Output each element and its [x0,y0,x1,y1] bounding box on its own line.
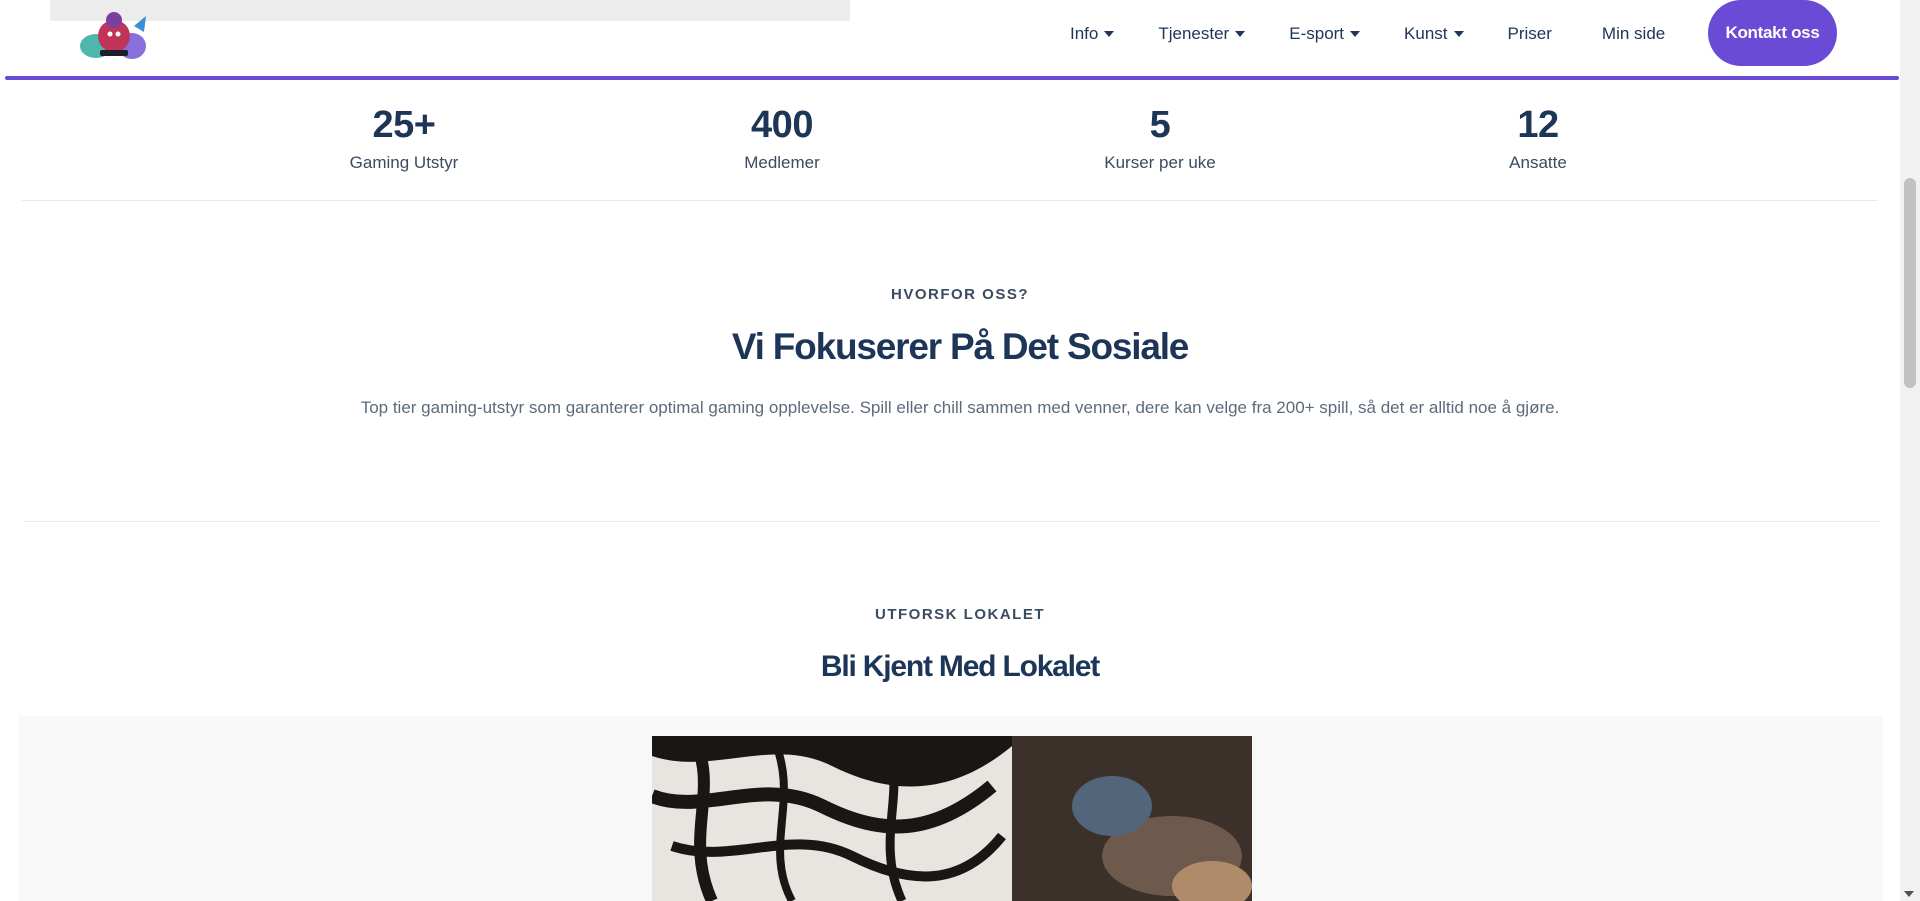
nav-item-e-sport[interactable]: E-sport [1289,24,1361,44]
section-text: Top tier gaming-utstyr som garanterer op… [360,398,1560,417]
contact-button[interactable]: Kontakt oss [1708,0,1837,66]
caret-down-icon [1235,31,1246,37]
stat-label: Gaming Utstyr [349,153,459,172]
stat-gaming-utstyr: 25+ Gaming Utstyr [284,80,524,173]
scroll-down-arrow-icon[interactable] [1904,891,1914,897]
page-scrollbar[interactable] [1900,0,1920,901]
venue-gallery [19,716,1883,901]
gaming-mascot-logo-icon [80,12,146,59]
venue-photo[interactable] [652,736,1252,901]
stats-bar: 25+ Gaming Utstyr 400 Medlemer 5 Kurser … [22,80,1878,201]
nav-item-tjenester[interactable]: Tjenester [1158,24,1246,44]
explore-section: UTFORSK LOKALET [0,606,1920,623]
caret-down-icon [1453,31,1464,37]
nav-item-info[interactable]: Info [1070,24,1115,44]
section-kicker: UTFORSK LOKALET [875,606,1045,623]
stat-value: 25+ [372,104,436,146]
caret-down-icon [1350,31,1361,37]
section-heading: Vi Fokuserer På Det Sosiale [731,326,1190,367]
stat-label: Ansatte [1509,153,1567,172]
nav-item-label: Tjenester [1158,24,1230,43]
main-nav: Info Tjenester E-sport Kunst Priser Min … [1070,0,1715,68]
stat-value: 400 [751,104,813,146]
nav-item-priser[interactable]: Priser [1508,24,1552,44]
stat-medlemer: 400 Medlemer [662,80,902,173]
nav-item-label: Priser [1507,24,1552,43]
scrollbar-thumb[interactable] [1904,178,1916,388]
header-image-strip [50,0,850,21]
why-text-wrap: Top tier gaming-utstyr som garanterer op… [0,398,1920,418]
explore-heading-wrap: Bli Kjent Med Lokalet [0,650,1920,684]
caret-down-icon [1104,31,1115,37]
venue-photo-art [652,736,1252,901]
stat-label: Medlemer [744,153,820,172]
site-header: Info Tjenester E-sport Kunst Priser Min … [0,0,1900,78]
section-divider [24,521,1879,522]
stat-value: 12 [1517,104,1559,146]
nav-item-label: Kunst [1404,24,1448,43]
site-logo[interactable] [74,6,154,66]
stat-value: 5 [1149,104,1171,146]
nav-item-label: E-sport [1289,24,1345,43]
nav-item-min-side[interactable]: Min side [1602,24,1665,44]
why-section: HVORFOR OSS? [0,286,1920,303]
section-kicker: HVORFOR OSS? [890,286,1029,303]
stat-label: Kurser per uke [1104,153,1216,172]
nav-item-label: Min side [1601,24,1666,43]
stat-kurser-per-uke: 5 Kurser per uke [1040,80,1280,173]
nav-item-label: Info [1070,24,1099,43]
why-heading-wrap: Vi Fokuserer På Det Sosiale [0,326,1920,368]
stat-ansatte: 12 Ansatte [1418,80,1658,173]
nav-item-kunst[interactable]: Kunst [1404,24,1464,44]
section-heading: Bli Kjent Med Lokalet [820,650,1100,683]
